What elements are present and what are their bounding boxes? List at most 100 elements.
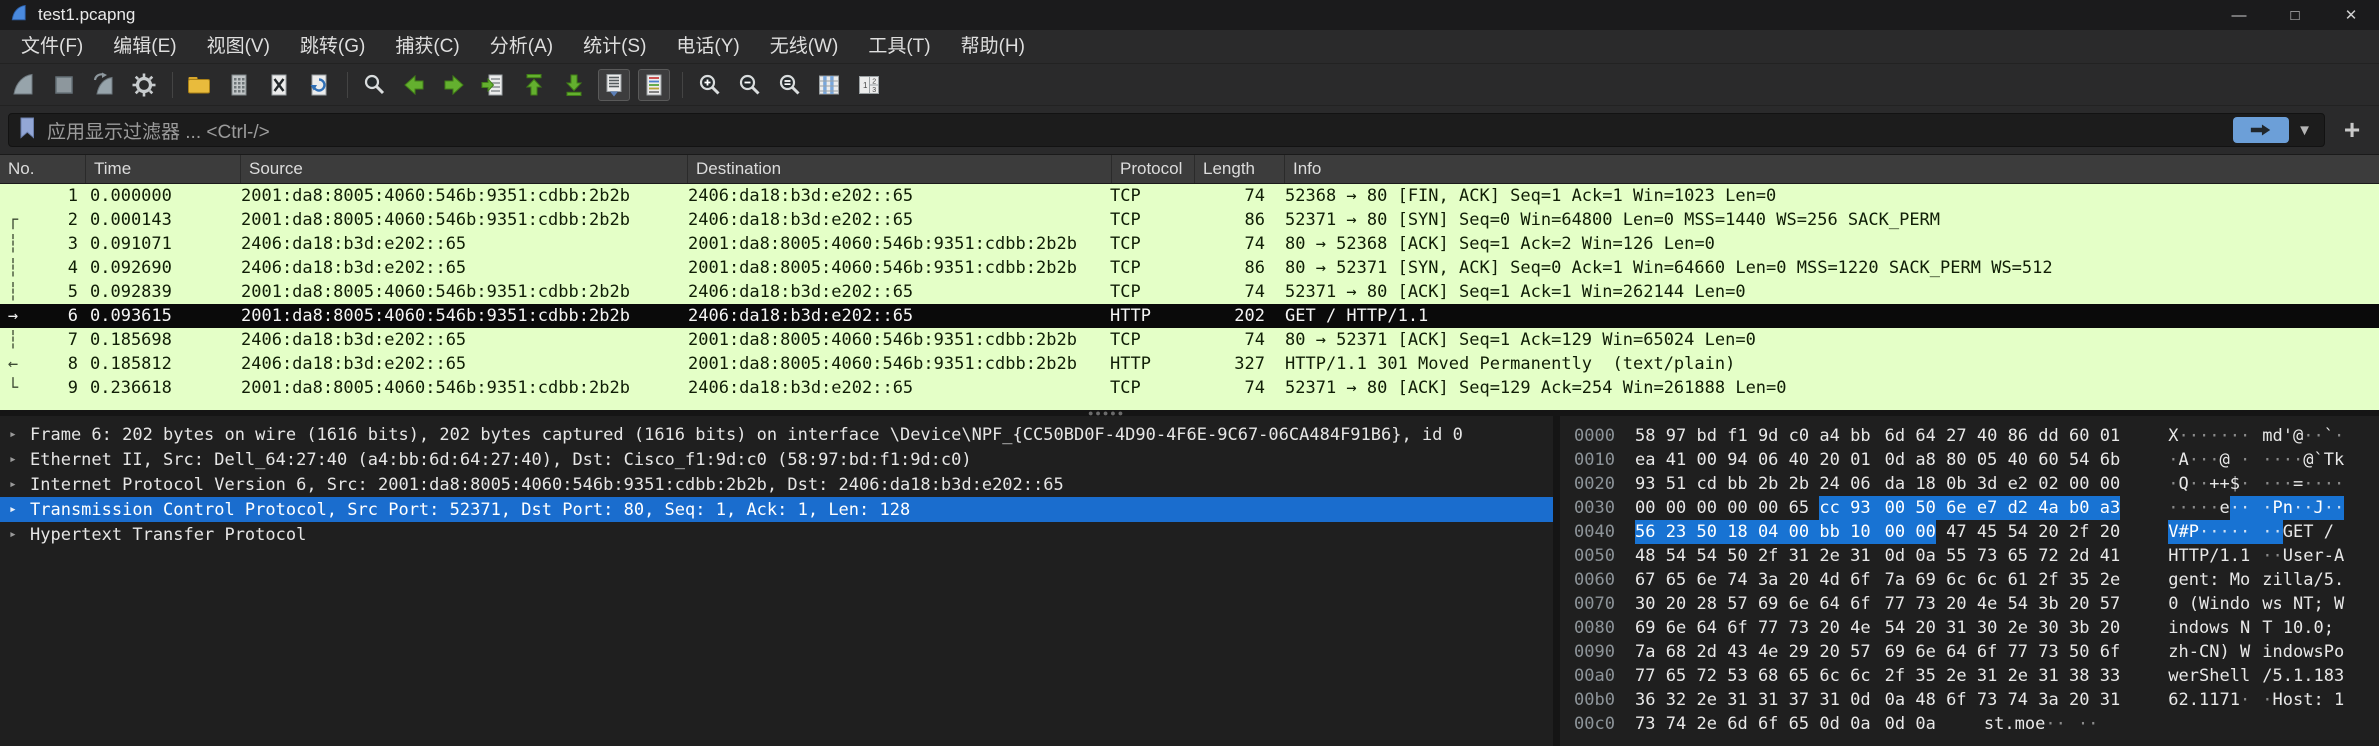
apply-filter-button[interactable]	[2233, 117, 2289, 143]
filter-placeholder: 应用显示过滤器 ... <Ctrl-/>	[47, 117, 2233, 144]
cell-source: 2001:da8:8005:4060:546b:9351:cdbb:2b2b	[233, 208, 680, 232]
packet-row-1[interactable]: 10.0000002001:da8:8005:4060:546b:9351:cd…	[0, 184, 2379, 208]
menu-item-3[interactable]: 跳转(G)	[285, 30, 380, 63]
packet-row-6[interactable]: →60.0936152001:da8:8005:4060:546b:9351:c…	[0, 304, 2379, 328]
menu-item-4[interactable]: 捕获(C)	[380, 30, 474, 63]
menu-item-1[interactable]: 编辑(E)	[98, 30, 191, 63]
hex-row-0060[interactable]: 0060 67 65 6e 74 3a 20 4d 6f 7a 69 6c 6c…	[1574, 568, 2379, 592]
bookmark-icon[interactable]	[17, 116, 37, 145]
cell-protocol: TCP	[1104, 232, 1187, 256]
splitter-grip[interactable]: ●●●●●	[1088, 411, 1125, 415]
add-filter-button[interactable]: +	[2335, 113, 2369, 147]
column-header-destination[interactable]: Destination	[688, 155, 1112, 183]
go-bottom-icon[interactable]	[558, 69, 590, 101]
packet-row-9[interactable]: └90.2366182001:da8:8005:4060:546b:9351:c…	[0, 376, 2379, 400]
hex-row-0010[interactable]: 0010 ea 41 00 94 06 40 20 01 0d a8 80 05…	[1574, 448, 2379, 472]
packet-details-pane: ▸Frame 6: 202 bytes on wire (1616 bits),…	[0, 416, 1553, 746]
detail-line-2[interactable]: ▸Internet Protocol Version 6, Src: 2001:…	[0, 472, 1553, 497]
hex-row-0000[interactable]: 0000 58 97 bd f1 9d c0 a4 bb 6d 64 27 40…	[1574, 424, 2379, 448]
capture-restart-icon[interactable]	[88, 69, 120, 101]
toolbar-separator	[682, 72, 683, 98]
detail-line-0[interactable]: ▸Frame 6: 202 bytes on wire (1616 bits),…	[0, 422, 1553, 447]
auto-scroll-icon[interactable]	[598, 69, 630, 101]
hex-row-0090[interactable]: 0090 7a 68 2d 43 4e 29 20 57 69 6e 64 6f…	[1574, 640, 2379, 664]
hex-row-0050[interactable]: 0050 48 54 54 50 2f 31 2e 31 0d 0a 55 73…	[1574, 544, 2379, 568]
filter-dropdown-caret[interactable]: ▼	[2297, 122, 2312, 139]
horizontal-splitter[interactable]: ●●●●●	[0, 410, 2379, 416]
vertical-splitter[interactable]	[1553, 416, 1560, 746]
zoom-in-icon[interactable]	[693, 69, 725, 101]
minimize-button[interactable]: —	[2211, 0, 2267, 30]
display-filter-input[interactable]: 应用显示过滤器 ... <Ctrl-/> ▼	[8, 113, 2325, 147]
file-open-icon[interactable]	[183, 69, 215, 101]
capture-options-icon[interactable]	[128, 69, 160, 101]
reload-icon[interactable]	[303, 69, 335, 101]
packet-row-2[interactable]: ┌20.0001432001:da8:8005:4060:546b:9351:c…	[0, 208, 2379, 232]
menu-item-6[interactable]: 统计(S)	[568, 30, 661, 63]
colorize-icon[interactable]	[638, 69, 670, 101]
hex-row-0040[interactable]: 0040 56 23 50 18 04 00 bb 10 00 00 47 45…	[1574, 520, 2379, 544]
expand-arrow-icon[interactable]: ▸	[9, 527, 17, 542]
packet-row-4[interactable]: ┆40.0926902406:da18:b3d:e202::652001:da8…	[0, 256, 2379, 280]
file-save-icon[interactable]	[223, 69, 255, 101]
related-packet-marker: →	[0, 304, 26, 328]
menu-item-8[interactable]: 无线(W)	[755, 30, 854, 63]
column-header-no[interactable]: No.	[0, 155, 86, 183]
detail-line-4[interactable]: ▸Hypertext Transfer Protocol	[0, 522, 1553, 547]
detail-line-1[interactable]: ▸Ethernet II, Src: Dell_64:27:40 (a4:bb:…	[0, 447, 1553, 472]
cell-time: 0.185812	[78, 352, 233, 376]
hex-row-00b0[interactable]: 00b0 36 32 2e 31 31 37 31 0d 0a 48 6f 73…	[1574, 688, 2379, 712]
column-header-length[interactable]: Length	[1195, 155, 1285, 183]
close-button[interactable]: ✕	[2323, 0, 2379, 30]
hex-row-0020[interactable]: 0020 93 51 cd bb 2b 2b 24 06 da 18 0b 3d…	[1574, 472, 2379, 496]
menu-item-5[interactable]: 分析(A)	[475, 30, 568, 63]
cell-destination: 2406:da18:b3d:e202::65	[680, 184, 1104, 208]
packet-row-8[interactable]: ←80.1858122406:da18:b3d:e202::652001:da8…	[0, 352, 2379, 376]
packet-list-header: No.TimeSourceDestinationProtocolLengthIn…	[0, 154, 2379, 184]
hex-row-00c0[interactable]: 00c0 73 74 2e 6d 6f 65 0d 0a 0d 0a st.mo…	[1574, 712, 2379, 736]
capture-start-icon[interactable]	[8, 69, 40, 101]
find-packet-icon[interactable]	[358, 69, 390, 101]
wireshark-logo-icon	[10, 4, 28, 27]
maximize-button[interactable]: □	[2267, 0, 2323, 30]
packet-row-7[interactable]: ┆70.1856982406:da18:b3d:e202::652001:da8…	[0, 328, 2379, 352]
menu-item-10[interactable]: 帮助(H)	[946, 30, 1040, 63]
hex-offset: 00b0	[1574, 688, 1615, 712]
resize-columns-icon[interactable]	[813, 69, 845, 101]
cell-source: 2001:da8:8005:4060:546b:9351:cdbb:2b2b	[233, 304, 680, 328]
zoom-reset-icon[interactable]	[773, 69, 805, 101]
expand-arrow-icon[interactable]: ▸	[9, 452, 17, 467]
column-header-info[interactable]: Info	[1285, 155, 2379, 183]
hex-row-0070[interactable]: 0070 30 20 28 57 69 6e 64 6f 77 73 20 4e…	[1574, 592, 2379, 616]
menu-item-9[interactable]: 工具(T)	[853, 30, 945, 63]
packet-row-5[interactable]: ┆50.0928392001:da8:8005:4060:546b:9351:c…	[0, 280, 2379, 304]
column-header-source[interactable]: Source	[241, 155, 688, 183]
hex-offset: 0070	[1574, 592, 1615, 616]
hex-offset: 0090	[1574, 640, 1615, 664]
expand-arrow-icon[interactable]: ▸	[9, 502, 17, 517]
column-header-time[interactable]: Time	[86, 155, 241, 183]
hex-row-0080[interactable]: 0080 69 6e 64 6f 77 73 20 4e 54 20 31 30…	[1574, 616, 2379, 640]
hex-offset: 0050	[1574, 544, 1615, 568]
packet-row-3[interactable]: ┆30.0910712406:da18:b3d:e202::652001:da8…	[0, 232, 2379, 256]
hex-row-0030[interactable]: 0030 00 00 00 00 00 65 cc 93 00 50 6e e7…	[1574, 496, 2379, 520]
capture-stop-icon[interactable]	[48, 69, 80, 101]
go-back-icon[interactable]	[398, 69, 430, 101]
go-top-icon[interactable]	[518, 69, 550, 101]
zoom-out-icon[interactable]	[733, 69, 765, 101]
column-header-protocol[interactable]: Protocol	[1112, 155, 1195, 183]
go-to-packet-icon[interactable]	[478, 69, 510, 101]
hex-row-00a0[interactable]: 00a0 77 65 72 53 68 65 6c 6c 2f 35 2e 31…	[1574, 664, 2379, 688]
menu-item-0[interactable]: 文件(F)	[6, 30, 98, 63]
go-forward-icon[interactable]	[438, 69, 470, 101]
file-close-icon[interactable]	[263, 69, 295, 101]
hex-offset: 0000	[1574, 424, 1615, 448]
cell-no: 8	[26, 352, 78, 376]
menu-item-2[interactable]: 视图(V)	[192, 30, 285, 63]
expand-arrow-icon[interactable]: ▸	[9, 477, 17, 492]
svg-text:1: 1	[863, 81, 868, 90]
expand-arrow-icon[interactable]: ▸	[9, 427, 17, 442]
menu-item-7[interactable]: 电话(Y)	[661, 30, 754, 63]
layout-123-icon[interactable]: 123	[853, 69, 885, 101]
detail-line-3[interactable]: ▸Transmission Control Protocol, Src Port…	[0, 497, 1553, 522]
